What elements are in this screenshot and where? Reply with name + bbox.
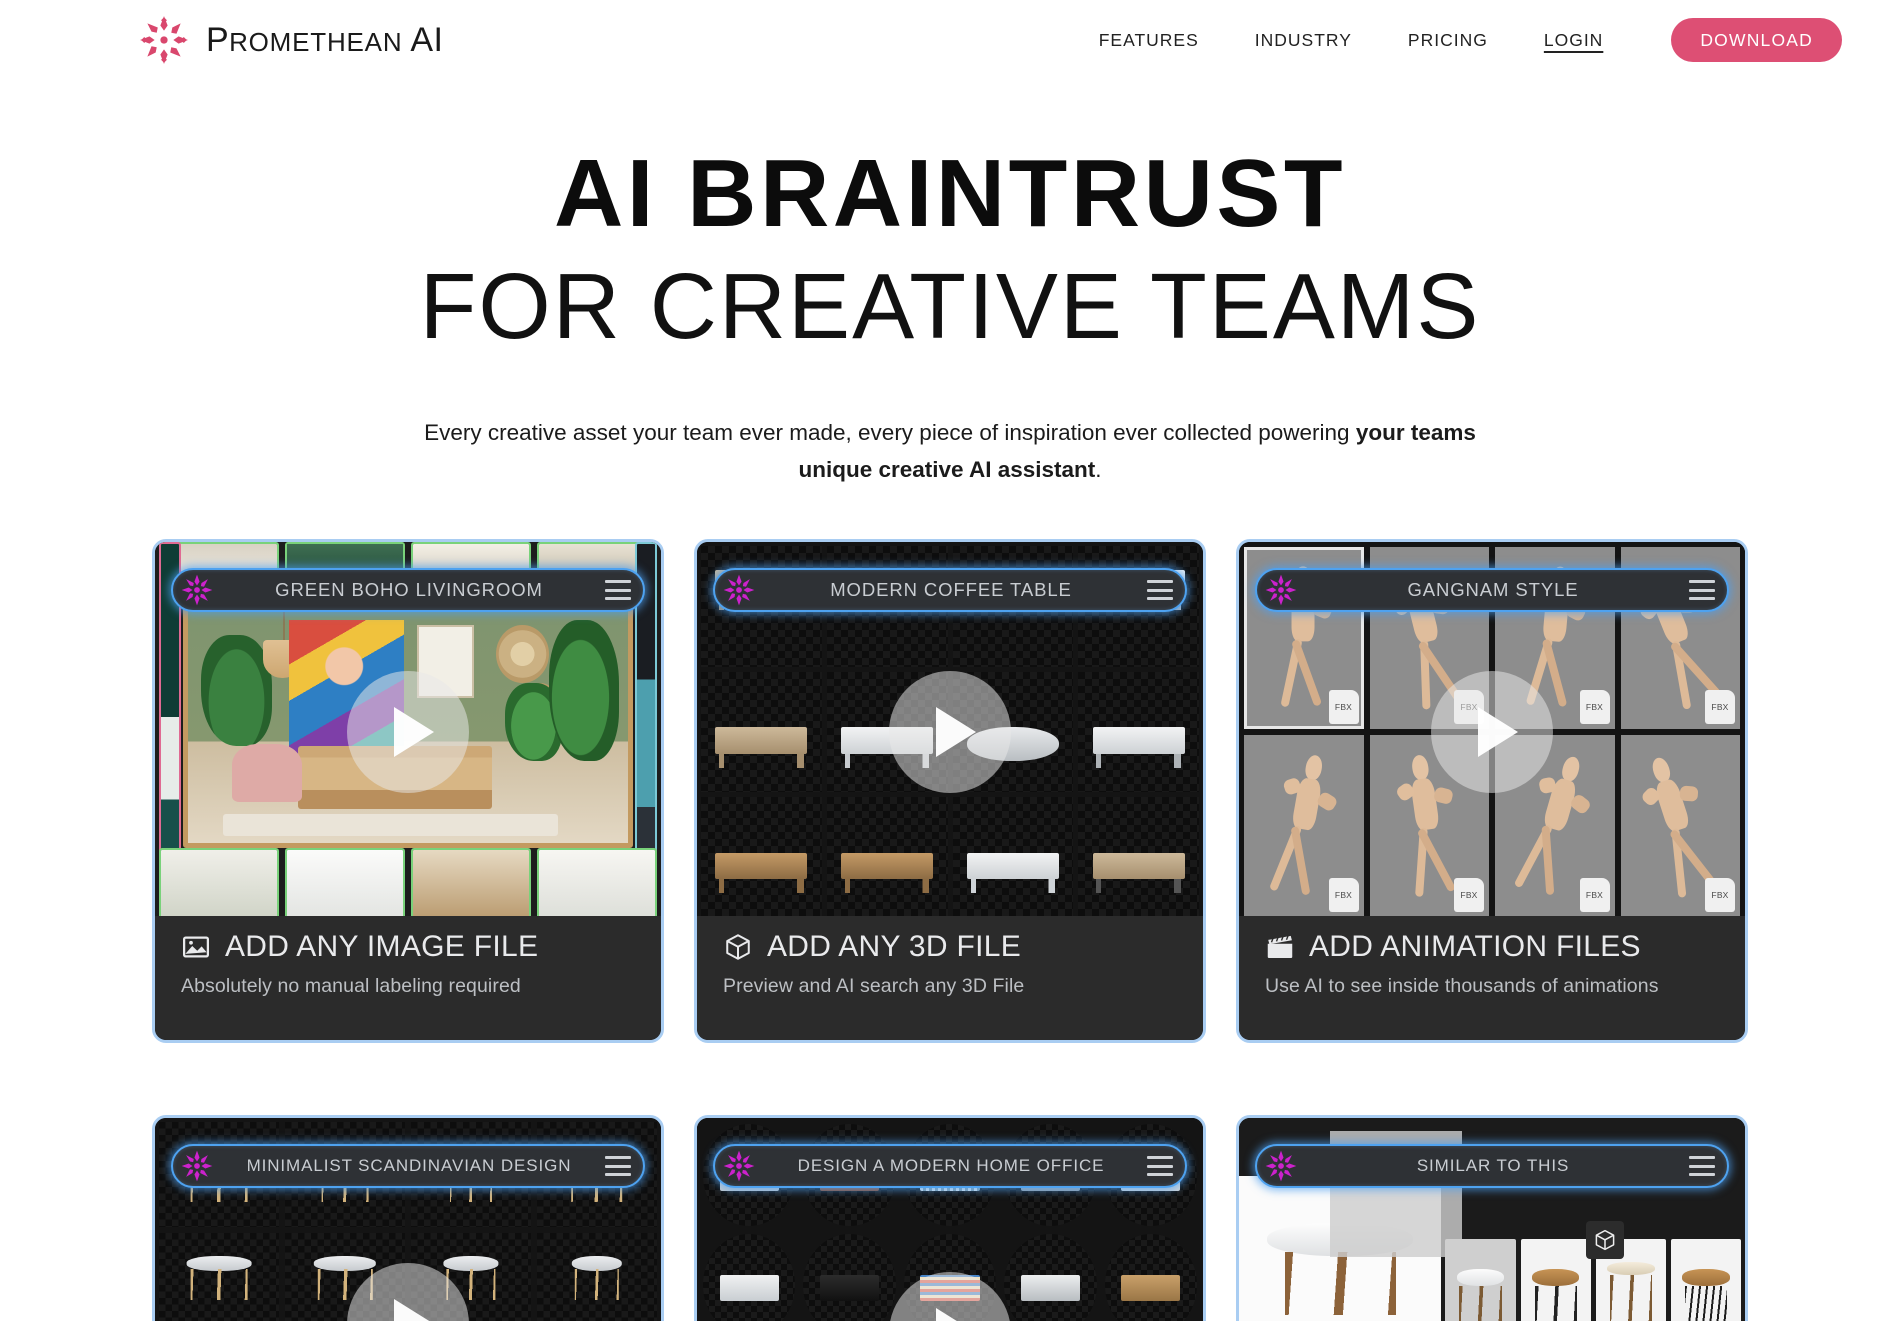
card-subtitle-text: Absolutely no manual labeling required (181, 975, 521, 997)
brand-name-rest: ROMETHEAN (229, 26, 403, 57)
site-header: PROMETHEAN AI FEATURES INDUSTRY PRICING … (0, 0, 1900, 80)
cube-3d-icon (1585, 1221, 1624, 1260)
card-media-3d: MODERN COFFEE TABLE (697, 542, 1203, 922)
download-button[interactable]: DOWNLOAD (1671, 18, 1842, 62)
search-pill-image-card[interactable]: GREEN BOHO LIVINGROOM (171, 568, 645, 612)
card-media-animation: FBX FBX FBX FBX FBX FBX FBX GANGNAM STYL… (1239, 542, 1745, 922)
animation-thumb[interactable]: FBX (1244, 735, 1364, 917)
card-footer-3d: ADD ANY 3D FILE Preview and AI search an… (697, 916, 1203, 1040)
nav-link-login[interactable]: LOGIN (1544, 30, 1603, 51)
nav-link-features[interactable]: FEATURES (1099, 30, 1199, 51)
card-title-row: ADD ANY IMAGE FILE (181, 930, 635, 964)
nav-link-pricing[interactable]: PRICING (1408, 30, 1488, 51)
card-subtitle-text: Use AI to see inside thousands of animat… (1265, 975, 1659, 997)
search-pill-scandinavian-card[interactable]: MINIMALIST SCANDINAVIAN DESIGN (171, 1144, 645, 1188)
fbx-file-badge: FBX (1328, 878, 1359, 912)
promethean-snowflake-icon (723, 1150, 755, 1182)
card-media-scandinavian: MINIMALIST SCANDINAVIAN DESIGN (155, 1118, 661, 1321)
search-pill-animation-card[interactable]: GANGNAM STYLE (1255, 568, 1729, 612)
card-footer-image: ADD ANY IMAGE FILE Absolutely no manual … (155, 916, 661, 1040)
card-title-text: ADD ANY IMAGE FILE (225, 930, 539, 963)
search-pill-3d-card[interactable]: MODERN COFFEE TABLE (713, 568, 1187, 612)
hero-subtitle-tail: . (1095, 456, 1102, 482)
feature-card-image[interactable]: GREEN BOHO LIVINGROOM ADD ANY IMAGE FILE… (152, 539, 664, 1043)
search-query-text: MINIMALIST SCANDINAVIAN DESIGN (246, 1156, 572, 1175)
search-query-text: SIMILAR TO THIS (1416, 1156, 1570, 1175)
card-footer-animation: ADD ANIMATION FILES Use AI to see inside… (1239, 916, 1745, 1040)
feature-card-animation[interactable]: FBX FBX FBX FBX FBX FBX FBX GANGNAM STYL… (1236, 539, 1748, 1043)
card-subtitle-text: Preview and AI search any 3D File (723, 975, 1025, 997)
hamburger-menu-icon[interactable] (1147, 580, 1173, 600)
cube-3d-icon (723, 932, 753, 962)
feature-card-grid: GREEN BOHO LIVINGROOM ADD ANY IMAGE FILE… (140, 539, 1760, 1321)
search-pill-home-office-card[interactable]: DESIGN A MODERN HOME OFFICE (713, 1144, 1187, 1188)
promethean-snowflake-icon (1265, 574, 1297, 606)
hamburger-menu-icon[interactable] (1689, 580, 1715, 600)
hero-subtitle-lead: Every creative asset your team ever made… (424, 420, 1356, 446)
card-title-row: ADD ANY 3D FILE (723, 930, 1177, 964)
play-button-icon[interactable] (889, 671, 1011, 793)
fbx-file-badge: FBX (1705, 690, 1735, 724)
play-button-icon[interactable] (1431, 671, 1553, 793)
hamburger-menu-icon[interactable] (1147, 1156, 1173, 1176)
card-media-image: GREEN BOHO LIVINGROOM (155, 542, 661, 922)
card-media-similar: SIMILAR TO THIS (1239, 1118, 1745, 1321)
search-query-text: MODERN COFFEE TABLE (830, 579, 1072, 600)
brand-name-ai: AI (402, 20, 444, 59)
brand-logo[interactable]: PROMETHEAN AI (138, 14, 443, 66)
fbx-file-badge: FBX (1454, 878, 1484, 912)
play-button-icon[interactable] (347, 671, 469, 793)
hamburger-menu-icon[interactable] (1689, 1156, 1715, 1176)
promethean-snowflake-icon (1265, 1150, 1297, 1182)
card-title-text: ADD ANIMATION FILES (1309, 930, 1641, 963)
brand-name: PROMETHEAN AI (206, 21, 443, 60)
hamburger-menu-icon[interactable] (605, 580, 631, 600)
card-title-text: ADD ANY 3D FILE (767, 930, 1022, 963)
feature-card-scandinavian[interactable]: MINIMALIST SCANDINAVIAN DESIGN (152, 1115, 664, 1321)
promethean-snowflake-icon (181, 574, 213, 606)
hamburger-menu-icon[interactable] (605, 1156, 631, 1176)
fbx-file-badge: FBX (1705, 878, 1735, 912)
brand-name-cap: P (206, 20, 230, 59)
fbx-file-badge: FBX (1328, 690, 1359, 724)
card-media-home-office: DESIGN A MODERN HOME OFFICE (697, 1118, 1203, 1321)
promethean-snowflake-icon (138, 14, 190, 66)
main-navigation: FEATURES INDUSTRY PRICING LOGIN DOWNLOAD (1099, 18, 1842, 62)
similar-result-thumb[interactable] (1670, 1238, 1742, 1321)
image-file-icon (181, 932, 211, 962)
fbx-file-badge: FBX (1579, 878, 1610, 912)
similar-result-thumb[interactable] (1520, 1238, 1591, 1321)
hero-headline-secondary: FOR CREATIVE TEAMS (419, 253, 1481, 358)
promethean-snowflake-icon (723, 574, 755, 606)
promethean-snowflake-icon (181, 1150, 213, 1182)
feature-card-3d[interactable]: MODERN COFFEE TABLE ADD ANY 3D FILE Prev… (694, 539, 1206, 1043)
search-query-text: DESIGN A MODERN HOME OFFICE (797, 1156, 1105, 1175)
feature-card-home-office[interactable]: DESIGN A MODERN HOME OFFICE (694, 1115, 1206, 1321)
hero-section: AI BRAINTRUST FOR CREATIVE TEAMS Every c… (0, 80, 1900, 488)
card-title-row: ADD ANIMATION FILES (1265, 930, 1719, 964)
search-query-text: GREEN BOHO LIVINGROOM (275, 579, 543, 600)
hero-subtitle: Every creative asset your team ever made… (390, 415, 1510, 488)
nav-link-industry[interactable]: INDUSTRY (1255, 30, 1352, 51)
similar-result-thumb[interactable] (1445, 1238, 1516, 1321)
clapperboard-icon (1265, 932, 1295, 962)
feature-card-similar[interactable]: SIMILAR TO THIS (1236, 1115, 1748, 1321)
hero-headline-primary: AI BRAINTRUST (553, 140, 1347, 247)
search-query-text: GANGNAM STYLE (1407, 579, 1579, 600)
animation-thumb[interactable]: FBX (1620, 735, 1740, 917)
preview-strip-bottom (155, 848, 661, 922)
search-pill-similar-card[interactable]: SIMILAR TO THIS (1255, 1144, 1729, 1188)
fbx-file-badge: FBX (1579, 690, 1610, 724)
